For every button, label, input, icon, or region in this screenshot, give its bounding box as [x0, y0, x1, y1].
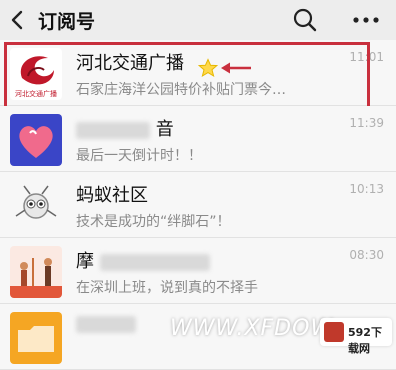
avatar: [10, 180, 62, 232]
account-name: 音: [76, 115, 174, 141]
timestamp: 08:30: [349, 248, 384, 262]
figures-icon: [10, 258, 62, 298]
highlight-box: [4, 42, 370, 112]
account-name: 蚂蚁社区: [76, 185, 148, 206]
more-dots-icon[interactable]: [348, 8, 384, 32]
list-item[interactable]: 蚂蚁社区 技术是成功的“绊脚石”！ 10:13: [0, 172, 396, 238]
watermark-logo: 592下载网: [320, 318, 392, 355]
header-bar: 订阅号: [0, 0, 396, 40]
avatar: [10, 312, 62, 364]
watermark-logo-text: 592下载网: [348, 326, 382, 355]
page-title: 订阅号: [38, 11, 96, 33]
message-preview: 技术是成功的“绊脚石”！: [76, 214, 231, 230]
list-item[interactable]: 音 最后一天倒计时！！ 11:39: [0, 106, 396, 172]
account-name: 摩: [76, 247, 210, 273]
timestamp: 11:39: [349, 116, 384, 130]
list-item[interactable]: 摩 在深圳上班，说到真的不择手 08:30: [0, 238, 396, 304]
account-name: [76, 313, 136, 334]
timestamp: 10:13: [349, 182, 384, 196]
download-site-icon: [324, 322, 344, 342]
watermark-site: WWW.XFDOW: [170, 316, 334, 341]
message-preview: 最后一天倒计时！！: [76, 148, 202, 164]
folder-icon: [18, 326, 54, 352]
heart-icon: [19, 126, 53, 158]
list-item[interactable]: 河北交通广播 河北交通广播 石家庄海洋公园特价补贴门票今… 11:01: [0, 40, 396, 112]
ant-mascot-icon: [15, 185, 57, 219]
message-preview: 在深圳上班，说到真的不择手: [76, 280, 258, 296]
avatar: [10, 114, 62, 166]
avatar: [10, 246, 62, 298]
search-icon[interactable]: [292, 7, 318, 33]
chevron-left-icon[interactable]: [6, 8, 28, 32]
